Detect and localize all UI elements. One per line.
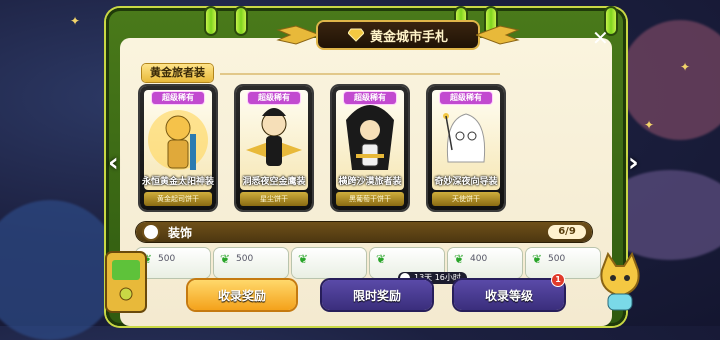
card-name: 奇妙深夜向导装 bbox=[434, 177, 498, 187]
panel-tube bbox=[236, 8, 246, 34]
card-name: 洞悉夜空金鹰装 bbox=[242, 177, 306, 187]
leaf-icon: ❦ bbox=[454, 252, 465, 266]
chevron-left-icon[interactable]: ‹ bbox=[108, 148, 119, 178]
card-owner: 天使饼干 bbox=[432, 192, 500, 206]
card-name: 永恒黄金太阳神装 bbox=[142, 177, 215, 187]
card-owner: 星尘饼干 bbox=[240, 192, 308, 206]
decor-section-bar[interactable] bbox=[136, 222, 592, 242]
decor-label: 装饰 bbox=[168, 226, 193, 240]
costume-card[interactable]: 超级稀有 横跨沙漠旅者装 黑葡萄干饼干 bbox=[332, 86, 408, 210]
notification-badge: 1 bbox=[552, 274, 564, 286]
arcade-machine-icon bbox=[105, 251, 147, 313]
right-wing-icon bbox=[476, 25, 520, 45]
background-blob bbox=[620, 20, 720, 140]
collection-reward-button[interactable]: 收录奖励 bbox=[188, 280, 296, 310]
section-tag: 黄金旅者装 bbox=[142, 64, 213, 82]
chevron-right-icon[interactable]: › bbox=[628, 148, 639, 178]
costume-card[interactable]: 超级稀有 永恒黄金太阳神装 黄金起司饼干 bbox=[140, 86, 216, 210]
leaf-icon: ❦ bbox=[376, 252, 387, 266]
card-owner: 黄金起司饼干 bbox=[144, 192, 212, 206]
card-owner: 黑葡萄干饼干 bbox=[336, 192, 404, 206]
page-title: 黄金城市手札 bbox=[369, 29, 448, 45]
leaf-icon: ❦ bbox=[298, 252, 309, 266]
left-wing-icon bbox=[276, 25, 320, 45]
costume-card[interactable]: 超级稀有 洞悉夜空金鹰装 星尘饼干 bbox=[236, 86, 312, 210]
decor-tile[interactable]: ❦ 500 bbox=[526, 248, 600, 278]
diamond-icon bbox=[347, 28, 364, 42]
decor-tile[interactable]: ❦ 500 bbox=[214, 248, 288, 278]
section-divider bbox=[220, 73, 500, 75]
leaf-icon: ❦ bbox=[532, 252, 543, 266]
flower-icon bbox=[144, 225, 158, 239]
panel-tube bbox=[206, 8, 216, 34]
costume-card[interactable]: 超级稀有 奇妙深夜向导装 天使饼干 bbox=[428, 86, 504, 210]
card-name: 横跨沙漠旅者装 bbox=[338, 177, 402, 187]
tile-value: 500 bbox=[548, 254, 566, 264]
tile-value: 400 bbox=[470, 254, 488, 264]
card-strip: 超级稀有 永恒黄金太阳神装 黄金起司饼干 超级稀有 洞悉夜空金鹰装 星尘饼干 超… bbox=[140, 86, 580, 214]
tile-value: 500 bbox=[236, 254, 254, 264]
sparkle-icon: ✦ bbox=[644, 118, 655, 132]
close-icon[interactable]: ✕ bbox=[592, 26, 609, 50]
decor-count: 6/9 bbox=[548, 225, 586, 239]
golden-cat-icon bbox=[600, 251, 640, 311]
leaf-icon: ❦ bbox=[220, 252, 231, 266]
tile-value: 500 bbox=[158, 254, 176, 264]
sparkle-icon: ✦ bbox=[680, 60, 691, 74]
sparkle-icon: ✦ bbox=[70, 14, 81, 28]
rarity-badge: 超级稀有 bbox=[440, 92, 492, 104]
collection-level-button[interactable]: 收录等级 bbox=[454, 280, 564, 310]
decor-tile[interactable]: ❦ bbox=[292, 248, 366, 278]
limited-reward-button[interactable]: 限时奖励 bbox=[322, 280, 432, 310]
decor-tiles: ❦ 500 ❦ 500 ❦ ❦ ❦ 400 ❦ 500 bbox=[136, 248, 600, 278]
rarity-badge: 超级稀有 bbox=[344, 92, 396, 104]
title-banner: 黄金城市手札 bbox=[318, 22, 478, 48]
rarity-badge: 超级稀有 bbox=[248, 92, 300, 104]
rarity-badge: 超级稀有 bbox=[152, 92, 204, 104]
